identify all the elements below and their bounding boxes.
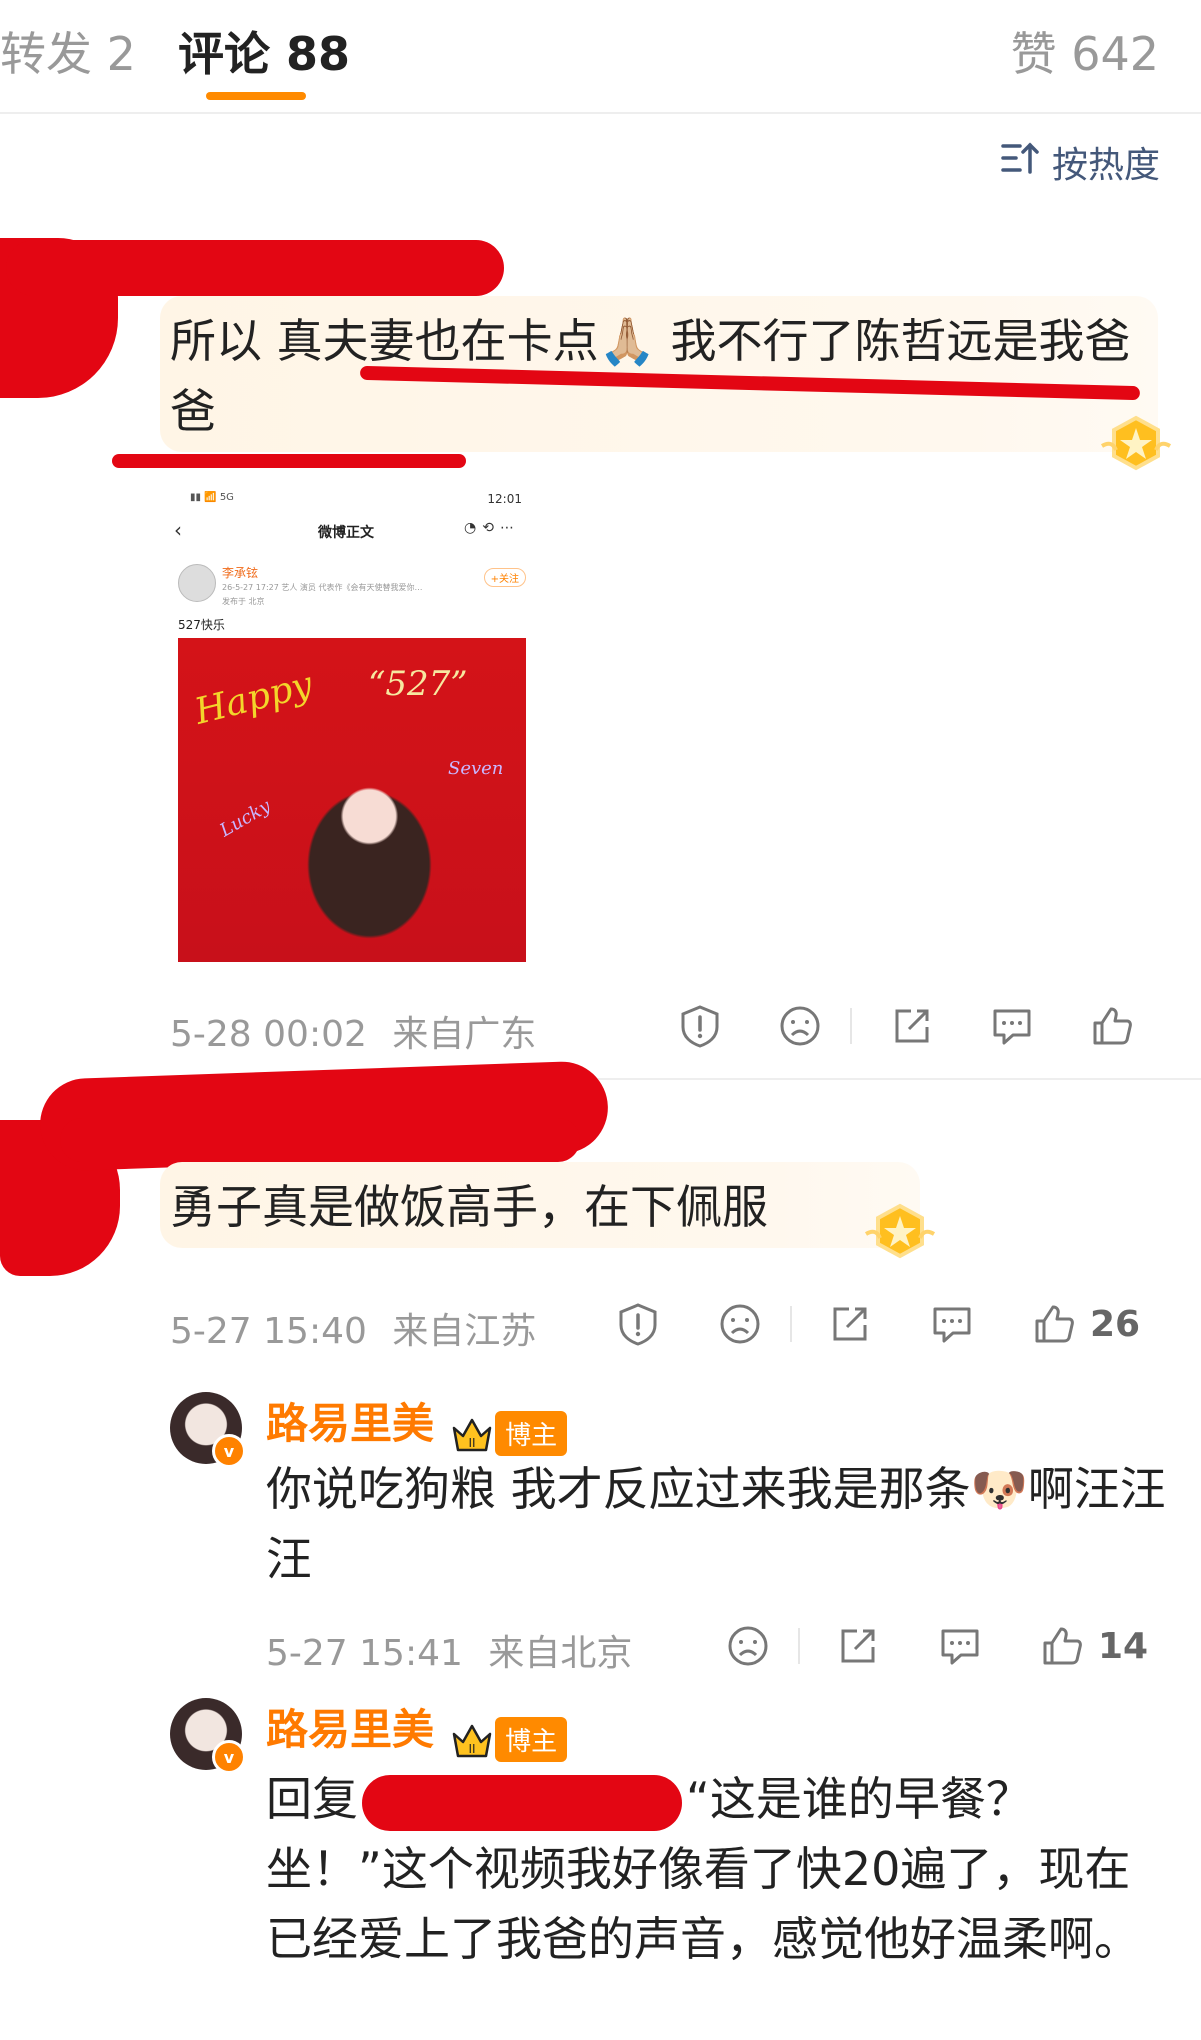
reply-header: 路易里美 II 博主	[266, 1390, 568, 1456]
poster-avatar	[178, 564, 216, 602]
frown-icon	[728, 1626, 768, 1666]
follow-button: +关注	[483, 568, 526, 587]
reply-text: 你说吃狗粮 我才反应过来我是那条🐶啊汪汪汪	[266, 1462, 1166, 1586]
fan-medal-icon	[864, 1203, 936, 1259]
photo-text-lucky: Lucky	[216, 795, 275, 842]
share-icon	[833, 1307, 867, 1341]
poster-location: 发布于 北京	[222, 597, 265, 606]
comment-actions	[670, 996, 1142, 1056]
comment-actions: 26	[608, 1294, 1140, 1354]
status-bar-icons: ▮▮ 📶 5G	[190, 492, 234, 503]
report-button[interactable]	[608, 1294, 668, 1354]
fan-medal-icon	[1100, 415, 1172, 471]
tab-comments[interactable]: 评论 88	[178, 18, 350, 84]
comment-text: 勇子真是做饭高手，在下佩服	[170, 1180, 768, 1234]
svg-text:II: II	[469, 1742, 476, 1756]
comment-location: 来自广东	[392, 1014, 537, 1055]
comment-time: 5-28 00:02	[170, 1014, 367, 1055]
embed-post-text: 527快乐	[178, 618, 225, 632]
redaction-scribble	[60, 1118, 580, 1162]
sort-button[interactable]: 按热度	[1000, 136, 1160, 188]
tab-repost[interactable]: 转发 2	[0, 18, 136, 84]
reply-meta: 5-27 15:41 来自北京	[266, 1624, 632, 1676]
frown-icon	[780, 1006, 820, 1046]
reply-location: 来自北京	[488, 1633, 633, 1674]
crown-icon: II	[451, 1720, 493, 1760]
comment-icon	[933, 1307, 971, 1343]
embed-nav-title: 微博正文	[318, 525, 374, 541]
embed-photo: Happy “527” Lucky Seven	[178, 638, 526, 962]
more-icon: ◔⟲⋯	[464, 520, 520, 536]
report-button[interactable]	[670, 996, 730, 1056]
reply-button[interactable]	[922, 1294, 982, 1354]
reply-text-block: 回复 “这是谁的早餐？坐！”这个视频我好像看了快20遍了，现在已经爱上了我爸的声音…	[266, 1764, 1146, 1974]
reply-time: 5-27 15:41	[266, 1633, 463, 1674]
status-time: 12:01	[487, 492, 522, 506]
photo-text-seven: Seven	[448, 758, 504, 779]
author-badge: 博主	[495, 1717, 568, 1762]
verified-badge-icon: v	[212, 1434, 246, 1468]
active-tab-indicator	[206, 92, 306, 100]
poster-name: 李承铉	[222, 566, 259, 580]
reply-username[interactable]: 路易里美	[266, 1705, 434, 1754]
back-icon: ‹	[174, 518, 182, 542]
reply-username[interactable]: 路易里美	[266, 1399, 434, 1448]
underline-scribble	[112, 454, 466, 468]
comment-image[interactable]: ▮▮ 📶 5G 12:01 ‹ 微博正文 ◔⟲⋯ 李承铉 26-5-27 17:…	[164, 488, 534, 968]
like-button[interactable]	[1082, 996, 1142, 1056]
thumbs-up-icon	[1035, 1305, 1074, 1343]
like-count: 14	[1098, 1625, 1149, 1667]
dislike-button[interactable]	[718, 1616, 778, 1676]
report-icon	[619, 1303, 657, 1346]
poster-meta: 26-5-27 17:27 艺人 演员 代表作《会有天使替我爱你…	[222, 583, 423, 592]
avatar[interactable]: v	[170, 1698, 246, 1774]
comment-meta: 5-27 15:40 来自江苏	[170, 1302, 536, 1354]
comment-time: 5-27 15:40	[170, 1311, 367, 1352]
redaction-scribble	[6, 240, 504, 296]
like-button[interactable]	[1032, 1616, 1092, 1676]
share-button[interactable]	[828, 1616, 888, 1676]
share-icon	[895, 1009, 929, 1043]
share-icon	[841, 1629, 875, 1663]
comment-meta: 5-28 00:02 来自广东	[170, 1005, 536, 1057]
dislike-button[interactable]	[710, 1294, 770, 1354]
redaction-scribble	[362, 1774, 682, 1831]
avatar[interactable]: v	[170, 1392, 246, 1468]
photo-text-527: “527”	[368, 664, 468, 704]
reply-actions: 14	[718, 1616, 1148, 1676]
sort-label: 按热度	[1052, 145, 1161, 186]
share-button[interactable]	[820, 1294, 880, 1354]
comment-tabs: 转发 2 评论 88 赞 642	[0, 0, 1201, 114]
author-badge: 博主	[495, 1411, 568, 1456]
reply-button[interactable]	[982, 996, 1042, 1056]
svg-text:II: II	[469, 1436, 476, 1450]
share-button[interactable]	[882, 996, 942, 1056]
like-button[interactable]	[1024, 1294, 1084, 1354]
crown-icon: II	[451, 1414, 493, 1454]
frown-icon	[720, 1304, 760, 1344]
comment-location: 来自江苏	[392, 1311, 537, 1352]
dislike-button[interactable]	[770, 996, 830, 1056]
comment-icon	[941, 1629, 979, 1665]
photo-text-happy: Happy	[190, 664, 317, 733]
reply-header: 路易里美 II 博主	[266, 1696, 568, 1762]
tab-likes[interactable]: 赞 642	[1011, 18, 1159, 84]
reply-prefix: 回复	[266, 1772, 358, 1826]
report-icon	[681, 1005, 719, 1048]
comment-icon	[993, 1009, 1031, 1045]
like-count: 26	[1090, 1303, 1141, 1345]
sort-icon	[1000, 140, 1040, 185]
reply-button[interactable]	[930, 1616, 990, 1676]
thumbs-up-icon	[1043, 1627, 1082, 1665]
thumbs-up-icon	[1093, 1007, 1132, 1045]
verified-badge-icon: v	[212, 1740, 246, 1774]
